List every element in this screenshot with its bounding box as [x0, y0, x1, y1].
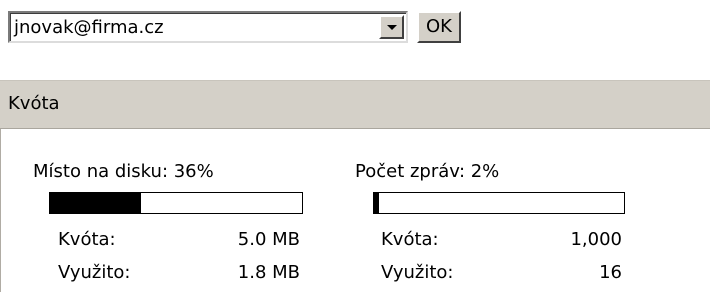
- quota-title: Kvóta: [8, 93, 60, 114]
- quota-header: Kvóta: [0, 81, 710, 129]
- disk-quota-label: Kvóta:: [58, 229, 116, 250]
- disk-used-value: 1.8 MB: [237, 262, 300, 283]
- message-count-progress-bar: [373, 192, 625, 214]
- disk-usage-progress-bar: [49, 192, 303, 214]
- message-quota-value: 1,000: [570, 229, 622, 250]
- disk-usage-progress-fill: [50, 193, 141, 213]
- disk-quota-value: 5.0 MB: [237, 229, 300, 250]
- account-dropdown[interactable]: jnovak@firma.cz: [8, 11, 408, 43]
- message-used-label: Využito:: [381, 262, 454, 283]
- chevron-down-icon: [387, 25, 397, 30]
- ok-button[interactable]: OK: [417, 11, 461, 43]
- disk-used-label: Využito:: [58, 262, 131, 283]
- dropdown-arrow-button[interactable]: [379, 15, 404, 39]
- message-count-heading: Počet zpráv: 2%: [355, 161, 500, 182]
- disk-usage-heading: Místo na disku: 36%: [33, 161, 214, 182]
- panel-border: [0, 129, 1, 292]
- selected-account: jnovak@firma.cz: [14, 17, 164, 38]
- message-quota-label: Kvóta:: [381, 229, 439, 250]
- quota-panel: Kvóta: [0, 80, 710, 292]
- message-count-progress-fill: [374, 193, 379, 213]
- message-used-value: 16: [599, 262, 622, 283]
